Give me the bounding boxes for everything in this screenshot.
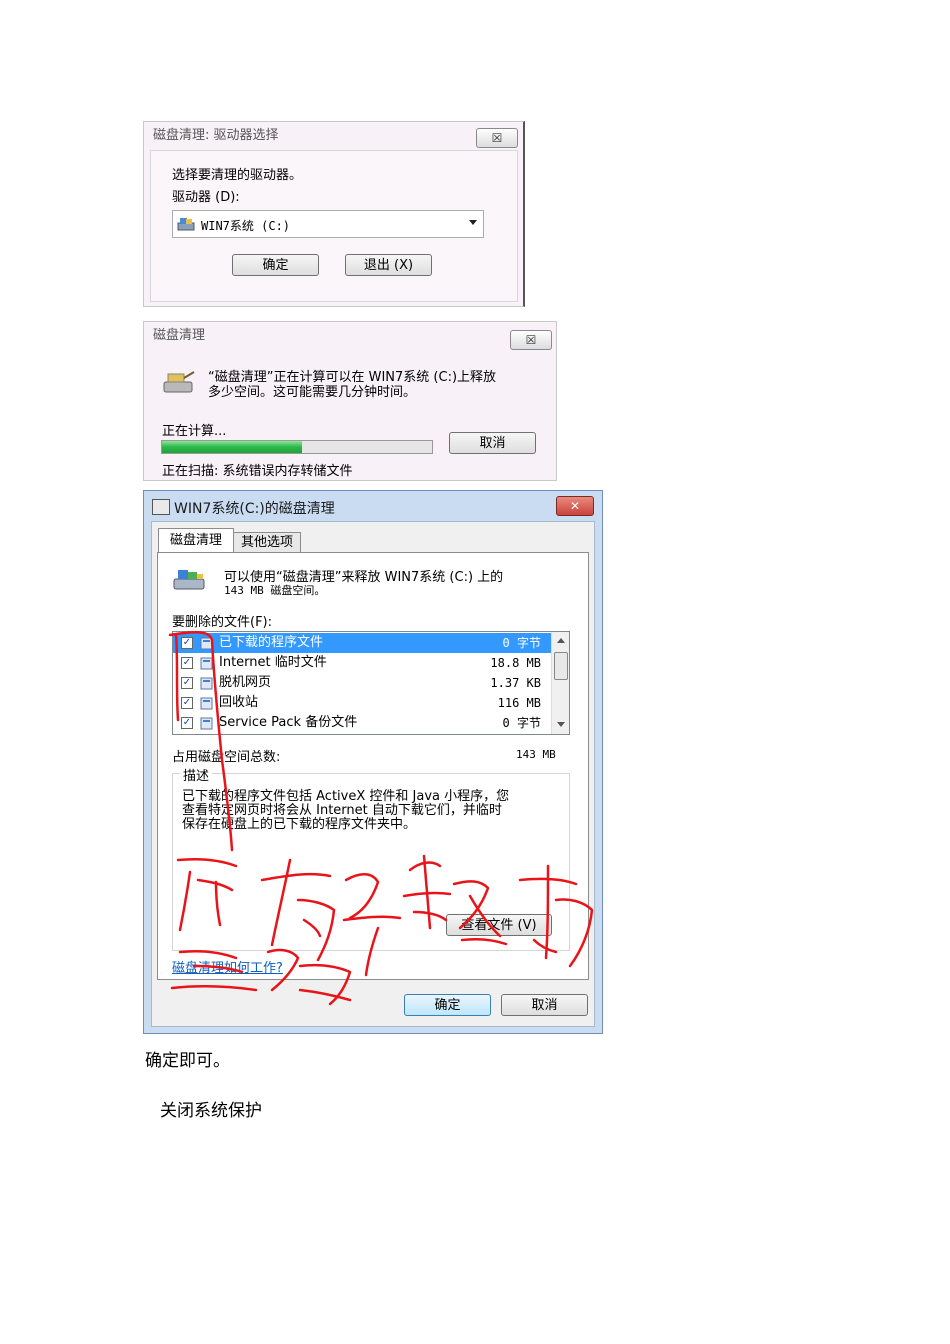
file-size: 116 MB [497,696,541,710]
file-size: 1.37 KB [490,676,541,690]
file-list-item[interactable]: ✓ 已下载的程序文件 0 字节 [173,633,553,653]
exit-button[interactable]: 退出 (X) [345,254,432,276]
ok-button[interactable]: 确定 [404,994,491,1016]
file-name: Internet 临时文件 [219,655,327,670]
drive-select[interactable]: WIN7系统 (C:) [172,210,484,238]
scroll-up-arrow[interactable] [557,638,565,643]
backup-icon [200,716,214,730]
file-checkbox[interactable]: ✓ [181,697,193,709]
close-button[interactable]: ✕ [556,496,594,516]
description-line3: 保存在硬盘上的已下载的程序文件夹中。 [182,817,417,832]
scroll-thumb[interactable] [554,652,568,680]
drive-value: WIN7系统 (C:) [201,219,291,233]
recycle-bin-icon [200,696,214,710]
file-list[interactable]: ✓ 已下载的程序文件 0 字节 ✓ Internet 临时文件 18.8 MB ✓ 脱机网页 1… [172,631,570,735]
offline-page-icon [200,676,214,690]
view-files-button[interactable]: 查看文件 (V) [446,914,552,936]
tab-more-options[interactable]: 其他选项 [233,532,301,553]
file-checkbox[interactable]: ✓ [181,637,193,649]
disk-cleanup-dialog: WIN7系统(C:)的磁盘清理 ✕ 磁盘清理 其他选项 可以使用“磁盘清理”来释… [143,490,603,1034]
list-scrollbar[interactable] [551,632,569,734]
calculating-dialog: 磁盘清理 ☒ “磁盘清理”正在计算可以在 WIN7系统 (C:)上释放 多少空间… [143,321,557,481]
file-list-item[interactable]: ✓ Internet 临时文件 18.8 MB [173,653,553,673]
file-name: 脱机网页 [219,675,272,690]
file-list-item[interactable]: ✓ 回收站 116 MB [173,693,553,713]
dialog-client: 磁盘清理 其他选项 可以使用“磁盘清理”来释放 WIN7系统 (C:) 上的 1… [151,521,595,1027]
scroll-down-arrow[interactable] [557,722,565,727]
dialog-title: WIN7系统(C:)的磁盘清理 [174,501,335,517]
file-list-item[interactable]: ✓ 脱机网页 1.37 KB [173,673,553,693]
doc-paragraph-confirm: 确定即可。 [145,1051,230,1071]
intro-line2: 143 MB 磁盘空间。 [224,584,326,597]
progress-fill [162,441,303,453]
doc-heading-system-protection: 关闭系统保护 [160,1101,262,1121]
tab-disk-cleanup[interactable]: 磁盘清理 [158,528,234,553]
progress-bar [161,440,433,454]
file-name: 已下载的程序文件 [219,635,324,650]
file-size: 0 字节 [502,716,541,730]
total-value: 143 MB [516,748,556,761]
file-size: 0 字节 [502,636,541,650]
dialog-title: 磁盘清理 [153,328,206,343]
document-icon [200,656,214,670]
help-link[interactable]: 磁盘清理如何工作? [172,957,283,976]
files-label: 要删除的文件(F): [172,615,273,630]
description-legend: 描述 [180,765,213,784]
drive-label: 驱动器 (D): [172,190,240,205]
message-line2: 多少空间。这可能需要几分钟时间。 [208,385,417,400]
ok-button[interactable]: 确定 [232,254,319,276]
total-label: 占用磁盘空间总数: [172,750,281,765]
file-name: Service Pack 备份文件 [219,715,358,730]
folder-icon [200,636,214,650]
file-list-item[interactable]: ✓ Service Pack 备份文件 0 字节 [173,713,553,733]
disk-cleanup-icon [162,370,196,396]
file-checkbox[interactable]: ✓ [181,657,193,669]
tab-panel: 可以使用“磁盘清理”来释放 WIN7系统 (C:) 上的 143 MB 磁盘空间… [157,552,589,980]
disk-cleanup-icon [172,567,208,593]
file-name: 回收站 [219,695,259,710]
dialog-title: 磁盘清理: 驱动器选择 [153,128,279,143]
close-button[interactable]: ☒ [510,330,552,350]
scanning-status: 正在扫描: 系统错误内存转储文件 [162,464,353,479]
drive-selection-dialog: 磁盘清理: 驱动器选择 ☒ 选择要清理的驱动器。 驱动器 (D): WIN7系统… [143,121,525,307]
cancel-button[interactable]: 取消 [449,432,536,454]
calculating-label: 正在计算... [162,424,227,439]
window-icon [152,499,170,515]
chevron-down-icon[interactable] [469,220,477,225]
prompt-text: 选择要清理的驱动器。 [172,168,303,183]
cancel-button[interactable]: 取消 [501,994,588,1016]
drive-icon [177,216,195,231]
file-checkbox[interactable]: ✓ [181,717,193,729]
close-button[interactable]: ☒ [476,128,518,148]
file-size: 18.8 MB [490,656,541,670]
file-checkbox[interactable]: ✓ [181,677,193,689]
